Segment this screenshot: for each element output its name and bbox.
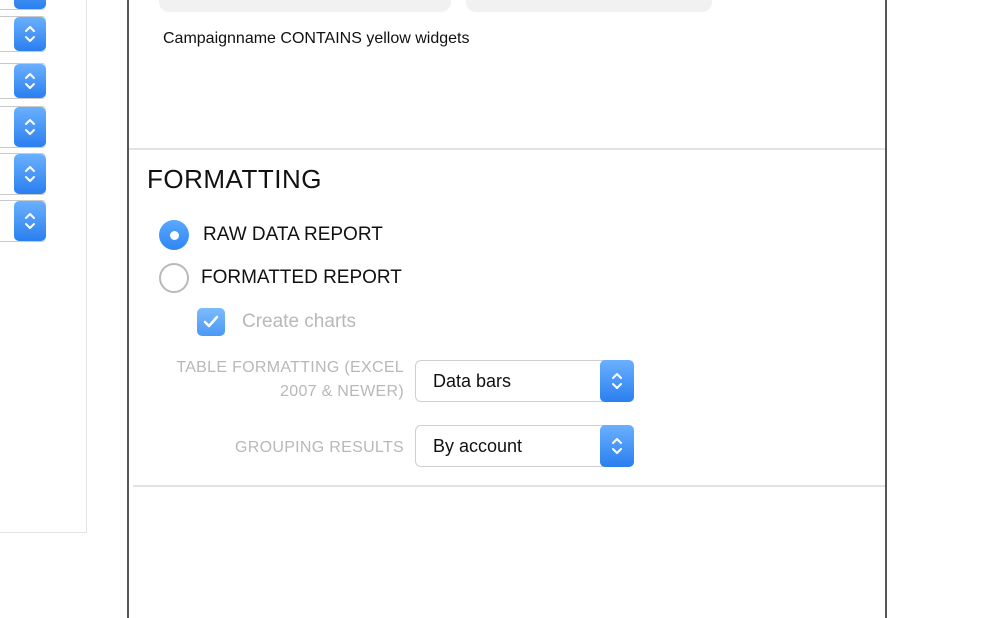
section-divider — [133, 485, 885, 487]
radio-selected-icon[interactable] — [159, 220, 189, 250]
chevron-up-down-icon[interactable] — [600, 425, 634, 467]
table-formatting-label-line2: 2007 & NEWER) — [280, 383, 404, 400]
create-charts-label: Create charts — [242, 311, 357, 332]
chevron-up-down-icon[interactable] — [600, 360, 634, 402]
left-select-5[interactable] — [0, 153, 46, 195]
left-select-2[interactable] — [0, 16, 46, 52]
left-settings-column — [0, 0, 87, 533]
chevron-up-down-icon[interactable] — [14, 0, 46, 9]
table-formatting-label: TABLE FORMATTING (EXCEL 2007 & NEWER) — [176, 356, 404, 404]
grouping-results-select[interactable]: By account — [415, 425, 634, 467]
checkmark-icon[interactable] — [197, 308, 225, 336]
report-settings-panel: Campaignname CONTAINS yellow widgets FOR… — [127, 0, 887, 618]
chevron-up-down-icon[interactable] — [14, 154, 46, 194]
radio-unselected-icon[interactable] — [159, 263, 189, 293]
radio-label-formatted: FORMATTED REPORT — [201, 267, 402, 288]
chevron-up-down-icon[interactable] — [14, 64, 46, 98]
left-select-3[interactable] — [0, 63, 46, 99]
filter-condition-text: Campaignname CONTAINS yellow widgets — [163, 30, 470, 47]
grouping-results-value: By account — [433, 436, 523, 456]
left-select-4[interactable] — [0, 106, 46, 148]
grouping-results-label: GROUPING RESULTS — [235, 439, 404, 456]
section-divider — [129, 148, 885, 150]
table-formatting-value: Data bars — [433, 371, 512, 391]
chevron-up-down-icon[interactable] — [14, 17, 46, 51]
chevron-up-down-icon[interactable] — [14, 201, 46, 241]
left-select-6[interactable] — [0, 200, 46, 242]
radio-formatted-report[interactable]: FORMATTED REPORT — [159, 263, 402, 293]
formatting-section-title: FORMATTING — [147, 164, 322, 194]
filter-field-right[interactable] — [466, 0, 712, 12]
table-formatting-select[interactable]: Data bars — [415, 360, 634, 402]
chevron-up-down-icon[interactable] — [14, 107, 46, 147]
radio-label-raw-data: RAW DATA REPORT — [203, 224, 383, 245]
left-select-1[interactable] — [0, 0, 46, 10]
radio-raw-data-report[interactable]: RAW DATA REPORT — [159, 220, 383, 250]
create-charts-checkbox-row[interactable]: Create charts — [197, 308, 356, 336]
table-formatting-label-line1: TABLE FORMATTING (EXCEL — [176, 359, 404, 376]
filter-field-left[interactable] — [159, 0, 451, 12]
